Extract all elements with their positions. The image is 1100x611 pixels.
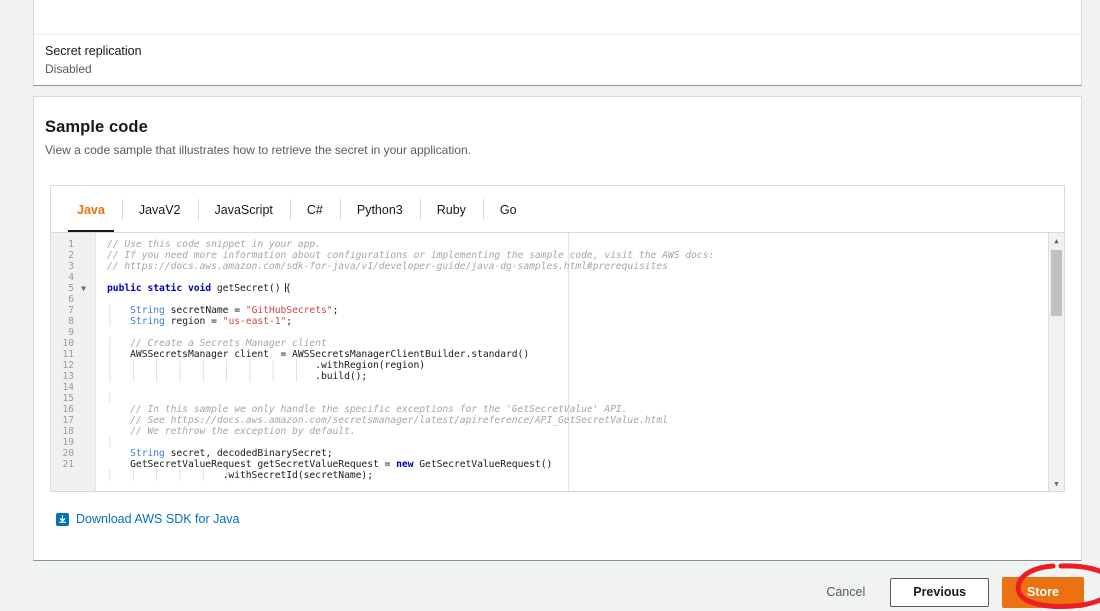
tab-javascript[interactable]: JavaScript bbox=[197, 186, 290, 233]
tab-java[interactable]: Java bbox=[60, 186, 122, 233]
editor-vertical-scrollbar[interactable]: ▲ ▼ bbox=[1048, 233, 1064, 491]
line-number: 11 bbox=[62, 349, 74, 360]
store-button[interactable]: Store bbox=[1002, 576, 1084, 608]
code-line: .build(); bbox=[107, 371, 368, 382]
page-title: Sample code bbox=[45, 118, 148, 136]
sample-code-description: View a code sample that illustrates how … bbox=[45, 143, 471, 157]
line-number: 12 bbox=[62, 360, 74, 371]
line-number: 2 bbox=[68, 250, 74, 261]
indent-guide: │ bbox=[107, 393, 113, 404]
sample-code-header: Sample code View a code sample that illu… bbox=[45, 116, 471, 159]
code-line: // Use this code snippet in your app. bbox=[107, 239, 321, 250]
line-number: 6 bbox=[68, 294, 74, 305]
editor-gutter: 1 2 3 4 5 ▼ 6 7 8 9 10 11 12 13 14 15 16 bbox=[51, 233, 96, 491]
code-line: // See https://docs.aws.amazon.com/secre… bbox=[107, 415, 668, 426]
secret-replication-card: Secret replication Disabled bbox=[33, 0, 1082, 86]
download-icon bbox=[56, 512, 69, 526]
tab-javav2[interactable]: JavaV2 bbox=[121, 186, 198, 233]
tab-ruby-label: Ruby bbox=[436, 202, 466, 217]
line-number: 16 bbox=[62, 404, 74, 415]
download-sdk-link[interactable]: Download AWS SDK for Java bbox=[76, 512, 240, 526]
line-number: 8 bbox=[68, 316, 74, 327]
download-sdk-link-row[interactable]: Download AWS SDK for Java bbox=[56, 512, 240, 526]
tab-java-label: Java bbox=[77, 202, 105, 217]
page-root: Secret replication Disabled Sample code … bbox=[0, 0, 1100, 611]
line-number: 14 bbox=[62, 382, 74, 393]
caret-up-icon[interactable]: ▲ bbox=[1049, 233, 1064, 248]
tab-csharp-label: C# bbox=[306, 202, 323, 217]
card-divider bbox=[34, 34, 1081, 35]
cancel-button[interactable]: Cancel bbox=[822, 580, 869, 604]
tab-javav2-label: JavaV2 bbox=[138, 202, 181, 217]
code-line: String region = "us-east-1"; bbox=[130, 316, 293, 327]
line-number: 4 bbox=[68, 272, 74, 283]
line-number: 5 bbox=[68, 283, 74, 294]
secret-replication-field: Secret replication Disabled bbox=[45, 43, 142, 77]
code-line: // Create a Secrets Manager client bbox=[107, 338, 327, 349]
code-line: public static void getSecret() { bbox=[107, 283, 292, 294]
line-number: 13 bbox=[62, 371, 74, 382]
tab-python3[interactable]: Python3 bbox=[339, 186, 420, 233]
line-number: 7 bbox=[68, 305, 74, 316]
caret-down-icon[interactable]: ▼ bbox=[1049, 476, 1064, 491]
code-sample-container: Java JavaV2 JavaScript C# Python3 Ruby G… bbox=[50, 185, 1065, 492]
secret-replication-value: Disabled bbox=[45, 62, 92, 76]
previous-button[interactable]: Previous bbox=[890, 577, 990, 607]
code-fold-icon[interactable]: ▼ bbox=[81, 283, 86, 294]
code-line: GetSecretValueRequest getSecretValueRequ… bbox=[107, 459, 553, 470]
line-number: 17 bbox=[62, 415, 74, 426]
code-line: .withSecretId(secretName); bbox=[107, 470, 373, 481]
line-number: 9 bbox=[68, 327, 74, 338]
secret-replication-label: Secret replication bbox=[45, 44, 142, 58]
code-editor[interactable]: 1 2 3 4 5 ▼ 6 7 8 9 10 11 12 13 14 15 16 bbox=[51, 233, 1064, 491]
code-line: String secretName = "GitHubSecrets"; bbox=[130, 305, 339, 316]
line-number: 1 bbox=[68, 239, 74, 250]
tab-python3-label: Python3 bbox=[356, 202, 403, 217]
line-number: 20 bbox=[62, 448, 74, 459]
tab-javascript-label: JavaScript bbox=[214, 202, 273, 217]
tab-csharp[interactable]: C# bbox=[289, 186, 340, 233]
code-line: // If you need more information about co… bbox=[107, 250, 715, 261]
code-line: // We rethrow the exception by default. bbox=[107, 426, 356, 437]
line-number: 15 bbox=[62, 393, 74, 404]
code-line: String secret, decodedBinarySecret; bbox=[130, 448, 333, 459]
line-number: 3 bbox=[68, 261, 74, 272]
tab-ruby[interactable]: Ruby bbox=[419, 186, 483, 233]
line-number: 21 bbox=[62, 459, 74, 470]
tab-go-label: Go bbox=[499, 202, 517, 217]
code-line: // In this sample we only handle the spe… bbox=[107, 404, 628, 415]
line-number: 10 bbox=[62, 338, 74, 349]
language-tabs: Java JavaV2 JavaScript C# Python3 Ruby G… bbox=[51, 186, 1064, 233]
line-number: 18 bbox=[62, 426, 74, 437]
indent-guide: │ bbox=[107, 437, 113, 448]
code-line: AWSSecretsManager client = AWSSecretsMan… bbox=[107, 349, 530, 360]
code-line: .withRegion(region) bbox=[107, 360, 426, 371]
tab-go[interactable]: Go bbox=[482, 186, 534, 233]
wizard-footer: Cancel Previous Store bbox=[0, 573, 1100, 611]
sample-code-card: Sample code View a code sample that illu… bbox=[33, 96, 1082, 561]
editor-code-area[interactable]: // Use this code snippet in your app. //… bbox=[96, 233, 1064, 491]
scrollbar-thumb[interactable] bbox=[1051, 250, 1062, 316]
code-line: // https://docs.aws.amazon.com/sdk-for-j… bbox=[107, 261, 668, 272]
line-number: 19 bbox=[62, 437, 74, 448]
